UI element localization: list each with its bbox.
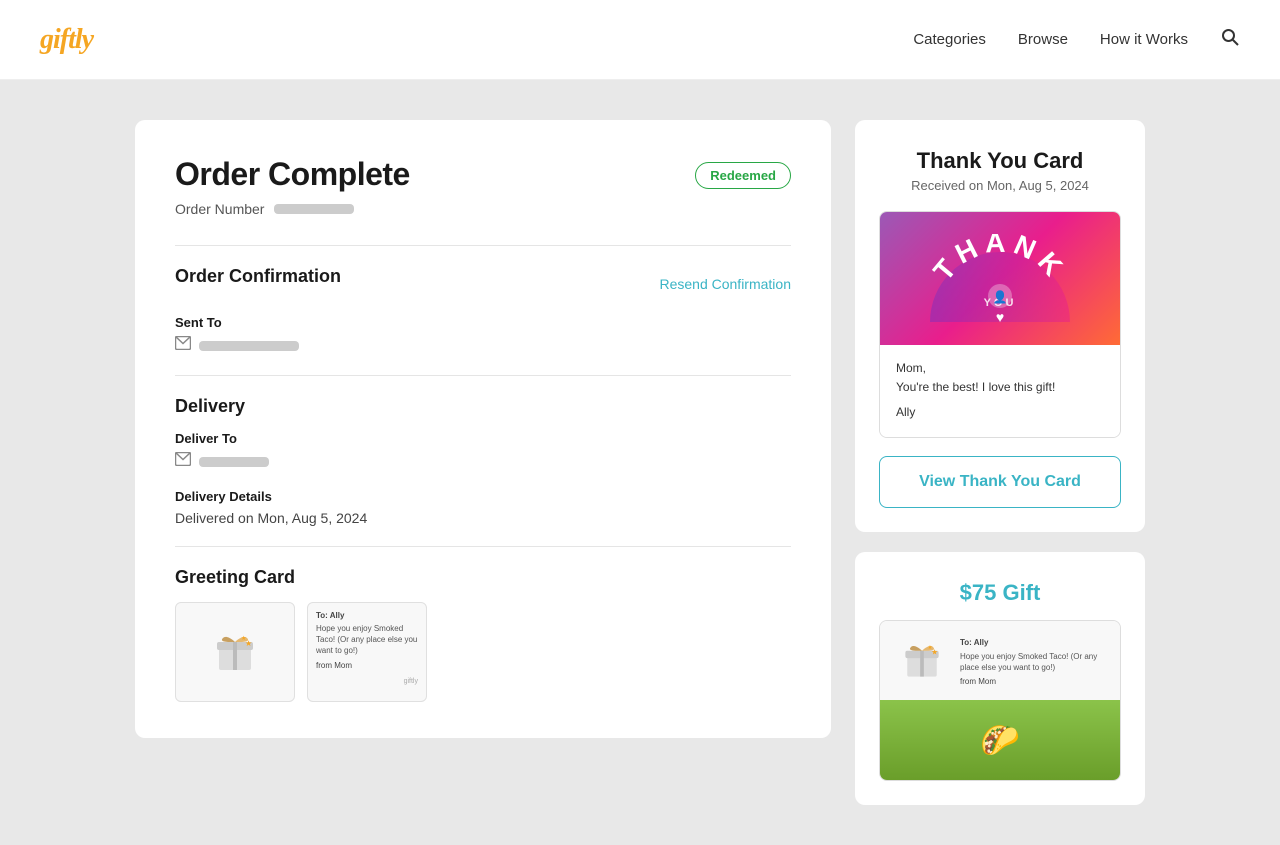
divider-2 bbox=[175, 375, 791, 376]
delivery-date: Delivered on Mon, Aug 5, 2024 bbox=[175, 510, 791, 526]
ty-message-line3: Ally bbox=[896, 403, 1104, 422]
thank-you-card-box: Thank You Card Received on Mon, Aug 5, 2… bbox=[855, 120, 1145, 532]
nav-how-it-works[interactable]: How it Works bbox=[1100, 31, 1188, 48]
right-panel: Thank You Card Received on Mon, Aug 5, 2… bbox=[855, 120, 1145, 805]
svg-text:♥: ♥ bbox=[996, 309, 1004, 324]
gift-card-icon: ★ ★ bbox=[898, 636, 946, 684]
ty-card-subtitle: Received on Mon, Aug 5, 2024 bbox=[879, 178, 1121, 193]
gift-to: To: Ally bbox=[960, 637, 1108, 649]
logo[interactable]: giftly bbox=[40, 24, 93, 56]
header: giftly Categories Browse How it Works bbox=[0, 0, 1280, 80]
ty-arch: THANK YOU ♥ 👤 bbox=[920, 232, 1080, 329]
order-confirmation-section: Order Confirmation Resend Confirmation S… bbox=[175, 266, 791, 355]
taco-image: 🌮 bbox=[880, 700, 1120, 780]
deliver-to-label: Deliver To bbox=[175, 431, 791, 446]
gift-message: Hope you enjoy Smoked Taco! (Or any plac… bbox=[960, 651, 1108, 673]
sent-to-label: Sent To bbox=[175, 315, 791, 330]
ty-card-visual: THANK YOU ♥ 👤 bbox=[879, 211, 1121, 438]
confirmation-title: Order Confirmation bbox=[175, 266, 341, 287]
deliver-to-field bbox=[175, 452, 791, 471]
section-header-confirmation: Order Confirmation Resend Confirmation bbox=[175, 266, 791, 301]
redeemed-badge: Redeemed bbox=[695, 162, 791, 189]
ty-card-title: Thank You Card bbox=[879, 148, 1121, 174]
svg-text:★: ★ bbox=[928, 644, 933, 651]
delivery-section: Delivery Deliver To Delivery Details Del… bbox=[175, 396, 791, 526]
svg-text:👤: 👤 bbox=[993, 290, 1008, 304]
search-icon[interactable] bbox=[1220, 27, 1240, 52]
email-icon-delivery bbox=[175, 452, 191, 471]
gift-card-visual: ★ ★ To: Ally Hope you enjoy Smoked Taco!… bbox=[879, 620, 1121, 781]
view-thank-you-card-button[interactable]: View Thank You Card bbox=[879, 456, 1121, 508]
greeting-message: Hope you enjoy Smoked Taco! (Or any plac… bbox=[316, 623, 418, 657]
order-header: Order Complete Redeemed bbox=[175, 156, 791, 193]
gift-card-icon-area: ★ ★ bbox=[892, 633, 952, 688]
greeting-cards-row: ★ ★ To: Ally Hope you enjoy Smoked Taco!… bbox=[175, 602, 791, 702]
gift-card-text-area: To: Ally Hope you enjoy Smoked Taco! (Or… bbox=[960, 633, 1108, 688]
left-panel: Order Complete Redeemed Order Number Ord… bbox=[135, 120, 831, 738]
nav: Categories Browse How it Works bbox=[913, 27, 1240, 52]
order-title: Order Complete bbox=[175, 156, 410, 193]
ty-card-bottom: Mom, You're the best! I love this gift! … bbox=[880, 345, 1120, 437]
sent-to-field bbox=[175, 336, 791, 355]
divider-3 bbox=[175, 546, 791, 547]
delivery-title: Delivery bbox=[175, 396, 791, 417]
greeting-to: To: Ally bbox=[316, 611, 418, 620]
gift-amount: $75 Gift bbox=[879, 580, 1121, 606]
order-number-row: Order Number bbox=[175, 201, 791, 217]
greeting-card-2[interactable]: To: Ally Hope you enjoy Smoked Taco! (Or… bbox=[307, 602, 427, 702]
ty-card-top: THANK YOU ♥ 👤 bbox=[880, 212, 1120, 345]
greeting-card-section: Greeting Card ★ ★ bbox=[175, 567, 791, 702]
delivery-details-section: Delivery Details Delivered on Mon, Aug 5… bbox=[175, 489, 791, 526]
greeting-card-title: Greeting Card bbox=[175, 567, 791, 588]
order-number-value bbox=[274, 204, 354, 214]
divider-1 bbox=[175, 245, 791, 246]
thank-you-arc-svg: THANK YOU ♥ 👤 bbox=[920, 234, 1080, 324]
resend-confirmation-link[interactable]: Resend Confirmation bbox=[659, 276, 791, 292]
greeting-card-1[interactable]: ★ ★ bbox=[175, 602, 295, 702]
sent-to-value bbox=[199, 341, 299, 351]
nav-categories[interactable]: Categories bbox=[913, 31, 986, 48]
main-content: Order Complete Redeemed Order Number Ord… bbox=[115, 80, 1165, 845]
delivery-details-label: Delivery Details bbox=[175, 489, 791, 504]
svg-text:★: ★ bbox=[241, 635, 246, 642]
order-number-label: Order Number bbox=[175, 201, 264, 217]
email-icon-sent bbox=[175, 336, 191, 355]
ty-message-line2: You're the best! I love this gift! bbox=[896, 378, 1104, 397]
gift-box: $75 Gift ★ ★ bbox=[855, 552, 1145, 805]
ty-message-line1: Mom, bbox=[896, 359, 1104, 378]
deliver-to-value bbox=[199, 457, 269, 467]
nav-browse[interactable]: Browse bbox=[1018, 31, 1068, 48]
greeting-from: from Mom bbox=[316, 661, 418, 670]
gift-card-top: ★ ★ To: Ally Hope you enjoy Smoked Taco!… bbox=[880, 621, 1120, 700]
gift-from: from Mom bbox=[960, 676, 1108, 688]
greeting-footer: giftly bbox=[316, 678, 418, 685]
